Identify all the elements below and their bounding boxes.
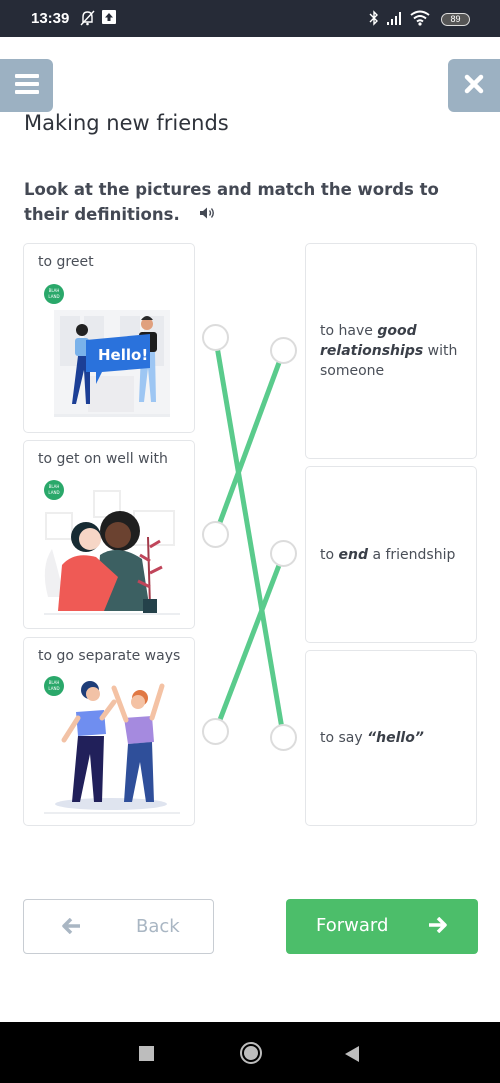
definition-connector-dot[interactable]: [270, 724, 297, 751]
definition-text: to have good relationships with someone: [320, 323, 458, 379]
forward-label: Forward: [316, 915, 389, 936]
arguing-illustration: [44, 681, 180, 814]
speaker-icon[interactable]: [199, 204, 217, 229]
definition-connector-dot[interactable]: [270, 540, 297, 567]
upload-icon: [102, 10, 116, 28]
hugging-illustration: [44, 490, 180, 615]
word-card-to-go-separate-ways[interactable]: to go separate ways BLAH LAND: [23, 637, 195, 826]
status-bar: 13:39 89: [0, 0, 500, 37]
word-label: to go separate ways: [38, 648, 181, 664]
instruction-text: Look at the pictures and match the words…: [24, 180, 439, 224]
word-connector-dot[interactable]: [202, 521, 229, 548]
instruction: Look at the pictures and match the words…: [24, 177, 454, 229]
hello-sign-text: Hello!: [98, 346, 148, 364]
word-connector-dot[interactable]: [202, 718, 229, 745]
system-nav-bar: [0, 1022, 500, 1083]
match-line: [213, 349, 286, 536]
word-connector-dot[interactable]: [202, 324, 229, 351]
definition-card-good-relationships[interactable]: to have good relationships with someone: [305, 243, 477, 459]
word-card-to-get-on-well-with[interactable]: to get on well with BLAH LAND: [23, 440, 195, 629]
definition-text: to end a friendship: [320, 546, 456, 563]
hamburger-menu-icon: [14, 73, 39, 99]
definition-card-say-hello[interactable]: to say “hello”: [305, 650, 477, 826]
recents-button[interactable]: [139, 1046, 154, 1061]
word-label: to get on well with: [38, 451, 168, 467]
battery-indicator: 89: [441, 13, 470, 26]
match-line: [213, 552, 286, 733]
page-title: Making new friends: [24, 111, 229, 135]
word-card-to-greet[interactable]: to greet BLAH LAND Hello!: [23, 243, 195, 433]
back-button[interactable]: Back: [23, 899, 214, 954]
definition-text: to say “hello”: [320, 730, 424, 746]
signal-icon: [386, 10, 404, 30]
definition-card-end-friendship[interactable]: to end a friendship: [305, 466, 477, 643]
close-icon: [464, 71, 484, 101]
wifi-icon: [410, 10, 430, 30]
word-label: to greet: [38, 254, 94, 270]
arrow-left-icon: [62, 917, 82, 939]
system-back-button[interactable]: [345, 1046, 359, 1062]
forward-button[interactable]: Forward: [286, 899, 478, 954]
clock: 13:39: [31, 10, 70, 27]
menu-button[interactable]: [0, 59, 53, 112]
definition-connector-dot[interactable]: [270, 337, 297, 364]
greeting-illustration: Hello!: [54, 310, 170, 417]
home-button[interactable]: [240, 1042, 262, 1064]
bluetooth-icon: [369, 10, 379, 30]
back-label: Back: [136, 916, 180, 937]
arrow-right-icon: [427, 916, 447, 938]
close-button[interactable]: [448, 59, 500, 112]
mute-notification-icon: [80, 10, 95, 30]
